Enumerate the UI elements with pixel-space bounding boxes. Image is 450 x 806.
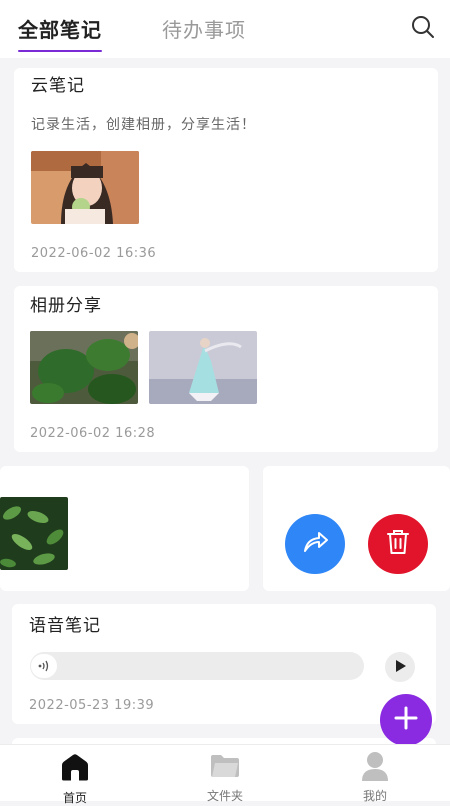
nav-label-home: 首页 bbox=[62, 791, 87, 805]
note-time: 2022-06-02 16:36 bbox=[31, 246, 157, 261]
swipe-action-panel bbox=[263, 466, 450, 591]
play-button[interactable] bbox=[385, 652, 415, 682]
nav-item-folder[interactable]: 文件夹 bbox=[150, 745, 300, 803]
note-time: 2022-05-23 19:39 bbox=[29, 698, 155, 713]
user-icon bbox=[360, 750, 390, 786]
play-icon bbox=[393, 658, 407, 677]
nav-label-folder: 文件夹 bbox=[206, 789, 243, 803]
add-note-button[interactable] bbox=[380, 694, 432, 746]
share-button[interactable] bbox=[285, 514, 345, 574]
note-card[interactable]: 相册分享 2022-06-02 16:28 bbox=[14, 286, 438, 452]
note-time: 2022-06-02 16:28 bbox=[30, 426, 156, 441]
trash-icon bbox=[385, 528, 411, 560]
nav-item-home[interactable]: 首页 bbox=[0, 745, 150, 805]
folder-icon bbox=[209, 753, 241, 783]
active-tab-indicator bbox=[18, 50, 102, 52]
note-title: 语音笔记 bbox=[29, 616, 101, 636]
note-image-lotus[interactable] bbox=[30, 331, 138, 404]
nav-label-profile: 我的 bbox=[362, 789, 387, 803]
share-arrow-icon bbox=[300, 527, 330, 561]
top-header: 全部笔记 待办事项 bbox=[0, 0, 450, 58]
plus-icon bbox=[393, 705, 419, 735]
delete-button[interactable] bbox=[368, 514, 428, 574]
nav-item-profile[interactable]: 我的 bbox=[300, 745, 450, 803]
note-title: 相册分享 bbox=[30, 296, 102, 316]
note-image-girl[interactable] bbox=[31, 151, 139, 224]
note-card[interactable]: 云笔记 记录生活，创建相册，分享生活！ 2022-06-02 16:36 bbox=[14, 68, 438, 272]
note-text: 记录生活，创建相册，分享生活！ bbox=[31, 117, 256, 133]
bottom-navigation: 首页 文件夹 我的 bbox=[0, 744, 450, 805]
note-title: 云笔记 bbox=[31, 76, 85, 96]
note-image-dancer[interactable] bbox=[149, 331, 257, 404]
tab-todo[interactable]: 待办事项 bbox=[162, 14, 246, 43]
search-icon[interactable] bbox=[410, 14, 436, 40]
tab-all-notes[interactable]: 全部笔记 bbox=[18, 14, 102, 43]
home-icon bbox=[60, 753, 90, 785]
sound-wave-icon bbox=[31, 654, 57, 678]
note-card-swiped[interactable] bbox=[0, 466, 249, 591]
note-image-leaves[interactable] bbox=[0, 497, 68, 570]
audio-progress-bar[interactable] bbox=[30, 652, 364, 680]
